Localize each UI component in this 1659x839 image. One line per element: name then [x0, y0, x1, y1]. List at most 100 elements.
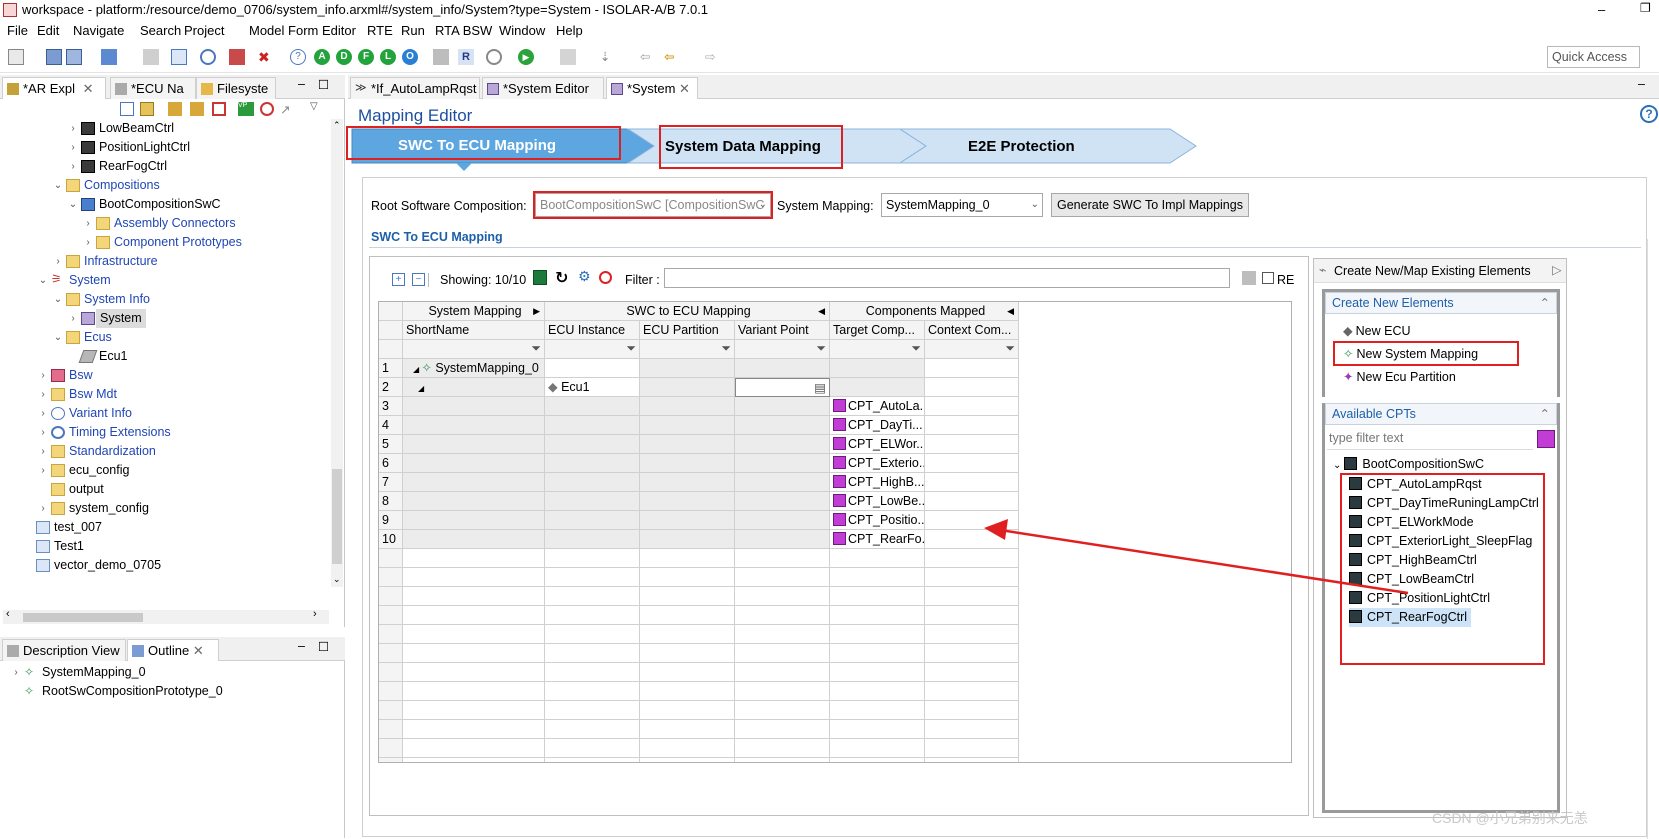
tree-item-test-007[interactable]: test_007: [22, 518, 320, 537]
link-editor-icon[interactable]: [140, 102, 154, 116]
collapsed-arrow-icon[interactable]: ›: [52, 252, 64, 271]
expanded-arrow-icon[interactable]: ⌄: [37, 271, 49, 290]
table-cell[interactable]: [925, 473, 1019, 492]
collapsed-arrow-icon[interactable]: ›: [37, 404, 49, 423]
view-menu-icon[interactable]: ▽: [310, 101, 318, 112]
l-circle-icon[interactable]: L: [380, 49, 396, 65]
cpt-root-item[interactable]: ⌄ BootCompositionSwC: [1333, 455, 1484, 474]
maximize-view-icon[interactable]: ☐: [318, 77, 329, 92]
pointer-icon[interactable]: [171, 49, 187, 65]
table-cell[interactable]: CPT_HighB...: [830, 473, 925, 492]
expanded-arrow-icon[interactable]: ⌄: [67, 195, 79, 214]
collapse-all-icon[interactable]: −: [412, 273, 425, 286]
column-filter-cell[interactable]: ⏷: [830, 340, 925, 359]
step-e2e-protection[interactable]: E2E Protection: [928, 129, 1178, 163]
scroll-thumb[interactable]: [332, 469, 342, 564]
clear-filter-icon[interactable]: [599, 271, 612, 284]
new-ecu-partition-item[interactable]: ✦ New Ecu Partition: [1343, 368, 1456, 387]
pin-icon[interactable]: ↗: [280, 102, 294, 117]
group-header[interactable]: Components Mapped ◀: [830, 302, 1019, 321]
menu-rta-bsw[interactable]: RTA BSW: [435, 23, 492, 38]
run-icon[interactable]: ▶: [518, 49, 534, 65]
table-cell[interactable]: [735, 435, 830, 454]
tree-item-standardization[interactable]: › Standardization: [37, 442, 320, 461]
column-header[interactable]: Target Comp...: [830, 321, 925, 340]
tree-item-output[interactable]: output: [37, 480, 320, 499]
close-icon[interactable]: ✕: [679, 81, 690, 96]
last-edit-icon[interactable]: ⇦: [640, 49, 656, 65]
table-cell[interactable]: [640, 397, 735, 416]
menu-project[interactable]: Project: [184, 23, 224, 38]
camera-icon[interactable]: [433, 49, 449, 65]
generate-mappings-button[interactable]: Generate SWC To Impl Mappings: [1051, 193, 1249, 217]
collapsed-arrow-icon[interactable]: ›: [37, 423, 49, 442]
menu-edit[interactable]: Edit: [37, 23, 59, 38]
column-header[interactable]: Variant Point: [735, 321, 830, 340]
table-cell[interactable]: [403, 530, 545, 549]
table-cell[interactable]: [925, 359, 1019, 378]
save-all-icon[interactable]: [66, 49, 82, 65]
forward-icon[interactable]: ⇨: [705, 49, 721, 65]
table-cell[interactable]: [925, 454, 1019, 473]
close-icon[interactable]: ✕: [193, 643, 204, 658]
menu-file[interactable]: File: [7, 23, 28, 38]
tab-system[interactable]: *System ✕: [606, 77, 698, 99]
table-cell[interactable]: [735, 416, 830, 435]
collapsed-arrow-icon[interactable]: ›: [67, 119, 79, 138]
table-cell[interactable]: [640, 530, 735, 549]
filter-icon[interactable]: ⏷: [721, 340, 731, 357]
cpt-filter-input[interactable]: type filter text: [1327, 428, 1533, 450]
vp-icon[interactable]: VP: [238, 102, 254, 116]
available-cpts-header[interactable]: Available CPTs ⌃: [1325, 403, 1557, 425]
filter-options-icon[interactable]: [1242, 271, 1256, 285]
maximize-view-icon[interactable]: ☐: [318, 639, 329, 654]
menu-rte[interactable]: RTE: [367, 23, 393, 38]
menu-search[interactable]: Search: [140, 23, 181, 38]
help-icon[interactable]: ?: [290, 49, 306, 65]
collapse-group-icon[interactable]: ◀: [818, 302, 825, 320]
table-cell[interactable]: [925, 416, 1019, 435]
tab-if-autolamprqst[interactable]: ≫ *If_AutoLampRqst: [350, 77, 480, 99]
grid-icon[interactable]: [212, 102, 226, 116]
tab-outline[interactable]: Outline ✕: [127, 639, 219, 661]
table-cell[interactable]: CPT_ELWor...: [830, 435, 925, 454]
column-filter-cell[interactable]: ⏷: [735, 340, 830, 359]
tab-ecu-navigator[interactable]: *ECU Na: [110, 77, 196, 99]
tree-item-system-info[interactable]: ⌄ System Info: [52, 290, 320, 309]
tree-item-rearfogctrl[interactable]: › RearFogCtrl: [67, 157, 320, 176]
save-icon[interactable]: [46, 49, 62, 65]
table-cell[interactable]: ◆ Ecu1: [545, 378, 640, 397]
cpt-filter-icon[interactable]: [1537, 430, 1555, 448]
table-cell[interactable]: [735, 454, 830, 473]
scroll-down-icon[interactable]: ⌄: [333, 574, 341, 585]
new-icon[interactable]: [8, 49, 24, 65]
tree-item-bsw-mdt[interactable]: › Bsw Mdt: [37, 385, 320, 404]
collapse-arrow-icon[interactable]: ⌄: [1333, 460, 1341, 471]
r-icon[interactable]: R: [458, 49, 474, 65]
menu-model-form-editor[interactable]: Model Form Editor: [249, 23, 356, 38]
create-new-header[interactable]: Create New Elements ⌃: [1325, 292, 1557, 314]
build-icon[interactable]: [101, 49, 117, 65]
d-circle-icon[interactable]: D: [336, 49, 352, 65]
scroll-left-icon[interactable]: ‹: [6, 608, 10, 620]
collapsed-arrow-icon[interactable]: ›: [82, 214, 94, 233]
tab-system-editor[interactable]: *System Editor: [482, 77, 604, 99]
table-cell[interactable]: [925, 378, 1019, 397]
filter-icon[interactable]: ⏷: [626, 340, 636, 357]
o-circle-icon[interactable]: O: [402, 49, 418, 65]
table-cell[interactable]: ◢ ✧ SystemMapping_0: [403, 359, 545, 378]
expand-row-icon[interactable]: ◢: [418, 384, 424, 393]
table-cell[interactable]: [735, 492, 830, 511]
table-cell[interactable]: CPT_AutoLa...: [830, 397, 925, 416]
chart-icon[interactable]: [229, 49, 245, 65]
table-cell[interactable]: [735, 511, 830, 530]
filter-icon[interactable]: ⏷: [1005, 340, 1015, 357]
tree-item-lowbeamctrl[interactable]: › LowBeamCtrl: [67, 119, 320, 138]
column-header[interactable]: ECU Instance: [545, 321, 640, 340]
refresh-icon[interactable]: ↻: [555, 268, 568, 288]
collapsed-arrow-icon[interactable]: ›: [37, 366, 49, 385]
collapse-icon[interactable]: ⌃: [1540, 406, 1550, 421]
table-cell[interactable]: [403, 473, 545, 492]
collapsed-arrow-icon[interactable]: ›: [67, 138, 79, 157]
menu-help[interactable]: Help: [556, 23, 583, 38]
